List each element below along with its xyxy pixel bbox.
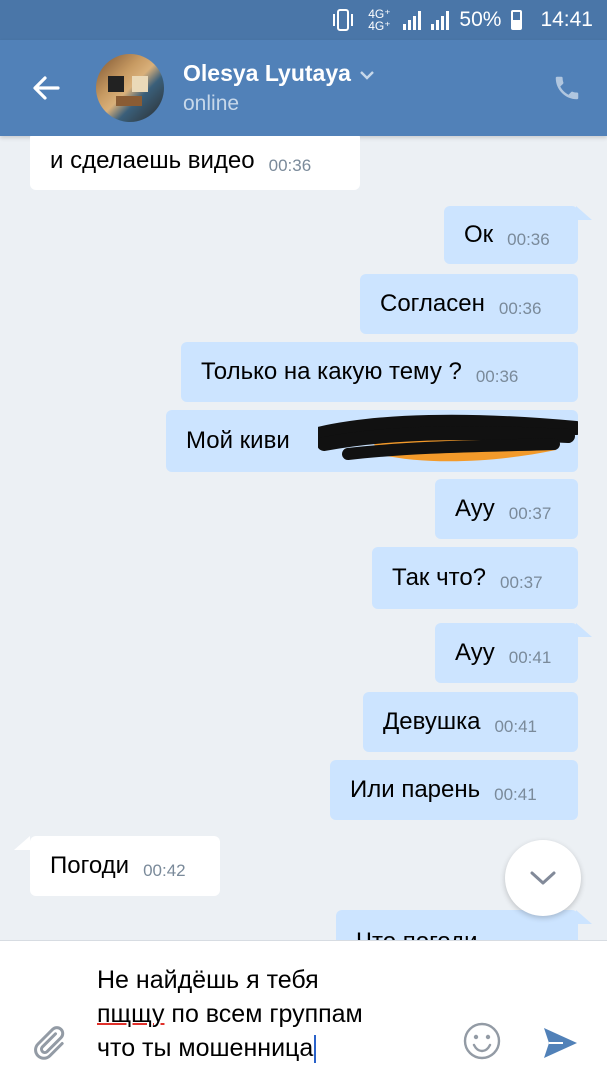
message-text: Ок: [464, 221, 494, 248]
misspelled-word: пщщу: [97, 1000, 165, 1028]
message-time: 00:36: [475, 367, 519, 386]
message-input-text: что ты мошенница: [97, 1034, 314, 1062]
contact-status: online: [183, 92, 240, 115]
message-text: Мой киви: [186, 427, 290, 454]
message-text: Погоди: [50, 852, 130, 879]
message-input-text: по всем группам: [164, 1000, 363, 1028]
message-time: 00:41: [494, 717, 537, 736]
message-input-line: пщщу по всем группам: [97, 997, 447, 1031]
emoji-button[interactable]: [462, 1021, 502, 1061]
back-button[interactable]: [26, 68, 66, 108]
text-caret: [314, 1035, 317, 1064]
message-time: 00:36: [507, 230, 550, 249]
battery-icon: [511, 10, 523, 30]
message-input[interactable]: Не найдёшь я тебя пщщу по всем группам ч…: [97, 963, 447, 1065]
message-outgoing[interactable]: Согласен 00:36: [360, 274, 578, 334]
message-list[interactable]: и сделаешь видео 00:36 Ок 00:36 Согласен…: [0, 136, 607, 940]
message-incoming[interactable]: Погоди 00:42: [30, 836, 220, 896]
message-outgoing[interactable]: Ауу 00:41: [435, 623, 578, 683]
message-outgoing[interactable]: Так что? 00:37: [372, 547, 578, 609]
message-text: Так что?: [392, 564, 487, 591]
message-time: 00:42: [143, 861, 186, 880]
composer-bar: Не найдёшь я тебя пщщу по всем группам ч…: [0, 940, 607, 1081]
message-time: 00:36: [268, 156, 312, 175]
message-text: Ауу: [455, 495, 495, 522]
message-outgoing[interactable]: Девушка 00:41: [363, 692, 578, 752]
scroll-down-button[interactable]: [505, 840, 581, 916]
message-time: 00:41: [508, 648, 552, 667]
clock: 14:41: [540, 8, 593, 31]
attach-button[interactable]: [28, 1021, 68, 1065]
chevron-down-icon: [360, 71, 374, 80]
redaction-scribble: [318, 414, 578, 462]
phone-icon: [555, 76, 579, 100]
message-input-line: что ты мошенница: [97, 1031, 447, 1065]
vibrate-icon: [331, 9, 355, 31]
message-text: Согласен: [380, 290, 485, 317]
message-outgoing[interactable]: Ауу 00:37: [435, 479, 578, 539]
contact-name-label: Olesya Lyutaya: [183, 60, 351, 86]
message-input-line: Не найдёшь я тебя: [97, 966, 319, 994]
message-outgoing[interactable]: Или парень 00:41: [330, 760, 578, 820]
message-outgoing[interactable]: Ок 00:36: [444, 206, 578, 264]
signal-icon: [403, 10, 422, 30]
message-text: Или парень: [350, 776, 481, 803]
back-arrow-icon: [33, 76, 60, 100]
avatar[interactable]: [96, 54, 164, 122]
network-type-label: 4G⁺ 4G⁺: [368, 7, 391, 33]
smiley-icon: [463, 1022, 501, 1060]
message-text: Ауу: [455, 639, 495, 666]
message-incoming[interactable]: и сделаешь видео 00:36: [30, 136, 360, 190]
message-time: 00:37: [500, 573, 543, 592]
message-time: 00:36: [498, 299, 542, 318]
message-time: 00:37: [508, 504, 552, 523]
call-button[interactable]: [552, 72, 582, 104]
message-text: Что погоди: [356, 928, 478, 940]
message-outgoing[interactable]: Только на какую тему ? 00:36: [181, 342, 578, 402]
battery-percent: 50%: [459, 8, 502, 31]
message-text: и сделаешь видео: [50, 147, 255, 174]
status-icons: 4G⁺ 4G⁺ 50% 14:41: [331, 0, 593, 40]
paperclip-icon: [34, 1026, 65, 1060]
message-time: 00:41: [494, 785, 537, 804]
send-icon: [544, 1028, 577, 1058]
contact-name[interactable]: Olesya Lyutaya: [183, 60, 375, 87]
status-bar: 4G⁺ 4G⁺ 50% 14:41: [0, 0, 607, 40]
message-text: Девушка: [383, 708, 481, 735]
message-text: Только на какую тему ?: [201, 358, 462, 385]
chat-header: Olesya Lyutaya online: [0, 40, 607, 136]
signal-icon-2: [431, 10, 450, 30]
send-button[interactable]: [540, 1023, 580, 1063]
scroll-down-icon: [530, 871, 556, 885]
